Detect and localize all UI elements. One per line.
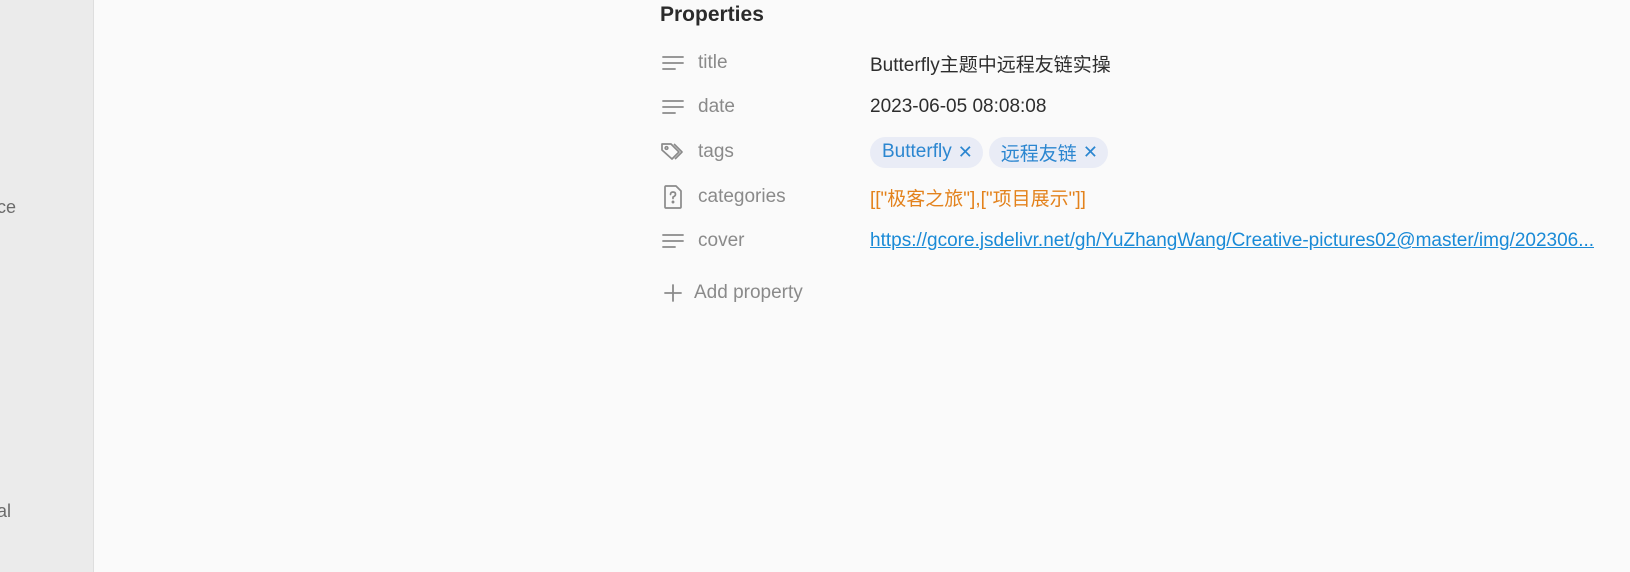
tag-label: Butterfly: [882, 141, 952, 162]
property-name-cover: cover: [698, 230, 745, 251]
property-key-cover[interactable]: cover: [660, 224, 870, 258]
tag-pill[interactable]: 远程友链 ✕: [988, 136, 1108, 168]
text-lines-icon: [660, 94, 686, 120]
sidebar-item-1[interactable]: ce: [0, 197, 16, 218]
property-name-title: title: [698, 52, 728, 73]
close-icon[interactable]: ✕: [958, 142, 973, 163]
property-value-title[interactable]: Butterfly主题中远程友链实操: [870, 50, 1111, 77]
property-row-tags: tags Butterfly ✕ 远程友链 ✕: [660, 135, 1630, 169]
tag-label: 远程友链: [1000, 143, 1077, 165]
text-lines-icon: [660, 50, 686, 76]
property-row-title: title Butterfly主题中远程友链实操: [660, 46, 1630, 80]
property-key-title[interactable]: title: [660, 46, 870, 80]
tag-pill[interactable]: Butterfly ✕: [870, 136, 983, 168]
main-content: Properties title Butterfly主题中远程友链实操 date…: [95, 0, 1630, 572]
property-value-date[interactable]: 2023-06-05 08:08:08: [870, 96, 1046, 118]
add-property-label: Add property: [694, 282, 803, 303]
property-row-categories: categories [["极客之旅"],["项目展示"]]: [660, 180, 1630, 214]
property-value-categories[interactable]: [["极客之旅"],["项目展示"]]: [870, 184, 1086, 211]
property-row-cover: cover https://gcore.jsdelivr.net/gh/YuZh…: [660, 224, 1630, 258]
close-icon[interactable]: ✕: [1083, 142, 1098, 163]
property-row-date: date 2023-06-05 08:08:08: [660, 90, 1630, 124]
property-name-categories: categories: [698, 186, 786, 207]
property-value-cover-link[interactable]: https://gcore.jsdelivr.net/gh/YuZhangWan…: [870, 230, 1594, 252]
app-window: ce al Properties title Butterfly主题中远程友链实…: [0, 0, 1630, 572]
add-property-button[interactable]: Add property: [660, 280, 803, 306]
property-name-tags: tags: [698, 141, 734, 162]
property-name-date: date: [698, 96, 735, 117]
tag-list: Butterfly ✕ 远程友链 ✕: [870, 136, 1108, 168]
plus-icon: [660, 280, 686, 306]
property-key-categories[interactable]: categories: [660, 180, 870, 214]
tags-icon: [660, 139, 686, 165]
unknown-file-icon: [660, 184, 686, 210]
text-lines-icon: [660, 228, 686, 254]
property-key-date[interactable]: date: [660, 90, 870, 124]
properties-heading: Properties: [660, 3, 764, 26]
sidebar-item-2[interactable]: al: [0, 501, 11, 522]
sidebar: ce al: [0, 0, 94, 572]
property-key-tags[interactable]: tags: [660, 135, 870, 169]
